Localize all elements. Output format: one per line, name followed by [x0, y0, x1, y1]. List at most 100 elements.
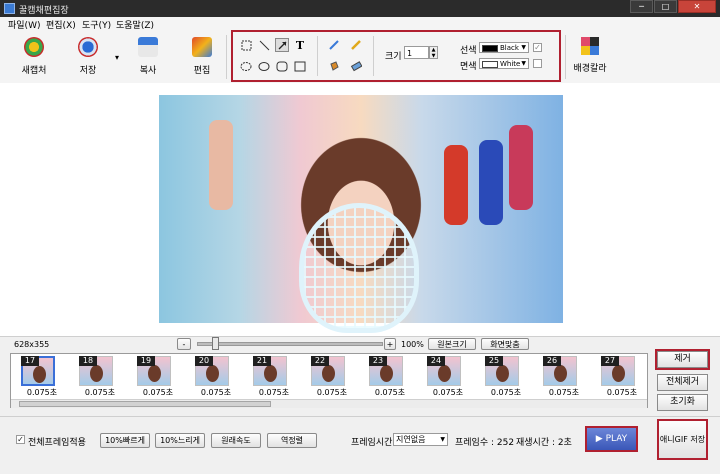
background-figure [444, 145, 468, 225]
frame-item[interactable]: 23 0.075초 [361, 355, 419, 399]
menu-file[interactable]: 파일(W) [8, 18, 40, 31]
window-title: 꿀캠채편집장 [19, 6, 69, 16]
rect-tool-icon[interactable] [293, 59, 307, 73]
window-controls: ─ □ ✕ [629, 0, 716, 15]
app-icon [4, 3, 15, 14]
ellipse-tool-icon[interactable] [257, 59, 271, 73]
frame-number: 18 [79, 356, 97, 366]
frame-item[interactable]: 22 0.075초 [303, 355, 361, 399]
pen-icon[interactable] [327, 38, 341, 52]
save-dropdown-arrow[interactable]: ▾ [115, 53, 119, 62]
frame-scrollbar-thumb[interactable] [19, 401, 271, 407]
frame-item[interactable]: 20 0.075초 [187, 355, 245, 399]
slower-button[interactable]: 10%느리게 [155, 433, 205, 448]
line-color-checkbox[interactable]: ✓ [533, 43, 542, 52]
save-label: 저장 [79, 66, 97, 76]
rounded-rect-tool-icon[interactable] [275, 59, 289, 73]
fill-color-label: 면색 [460, 62, 477, 72]
chevron-down-icon: ▼ [521, 60, 526, 67]
badminton-racket [299, 203, 419, 333]
save-button[interactable]: 저장 [66, 37, 110, 79]
draw-separator [317, 36, 318, 76]
menu-edit[interactable]: 편집(X) [46, 18, 76, 31]
line-color-select[interactable]: Black ▼ [479, 42, 529, 53]
frame-duration: 0.075초 [374, 388, 406, 397]
fill-color-select[interactable]: White ▼ [479, 58, 529, 69]
line-color-swatch [482, 45, 498, 52]
copy-button[interactable]: 복사 [126, 37, 170, 79]
frame-duration: 0.075초 [84, 388, 116, 397]
toolbar-separator [226, 35, 227, 79]
frame-item[interactable]: 19 0.075초 [129, 355, 187, 399]
frame-duration: 0.075초 [26, 388, 58, 397]
frame-duration: 0.075초 [142, 388, 174, 397]
frame-item[interactable]: 18 0.075초 [71, 355, 129, 399]
frame-duration: 0.075초 [316, 388, 348, 397]
apply-all-checkbox[interactable]: ✓ [16, 435, 25, 444]
zoom-slider-thumb[interactable] [212, 337, 219, 350]
frame-strip-area: 628x355 - + 100% 원본크기 화면맞춤 17 0.075초 18 … [0, 336, 720, 416]
rectangle-select-icon[interactable] [239, 38, 253, 52]
frame-item[interactable]: 21 0.075초 [245, 355, 303, 399]
line-color-name: Black [500, 44, 519, 52]
faster-button[interactable]: 10%빠르게 [100, 433, 150, 448]
size-label: 크기 [385, 52, 402, 62]
zoom-out-button[interactable]: - [177, 338, 191, 350]
new-capture-button[interactable]: 새캡처 [12, 37, 56, 79]
zoom-slider[interactable] [197, 342, 383, 346]
remove-all-button[interactable]: 전체제거 [657, 374, 708, 391]
remove-highlight [655, 349, 710, 370]
close-button[interactable]: ✕ [678, 0, 716, 13]
fit-screen-button[interactable]: 화면맞춤 [481, 338, 529, 350]
original-speed-button[interactable]: 원래속도 [211, 433, 261, 448]
size-spinner[interactable]: ▲ ▼ [429, 46, 438, 59]
fill-color-swatch [482, 61, 498, 68]
frame-scrollbar[interactable] [11, 399, 647, 408]
maximize-button[interactable]: □ [654, 0, 677, 13]
line-tool-icon[interactable] [257, 38, 271, 52]
frame-duration: 0.075초 [606, 388, 638, 397]
frame-number: 22 [311, 356, 329, 366]
arrow-tool-icon[interactable] [275, 38, 289, 52]
eraser-icon[interactable] [349, 59, 363, 73]
fill-color-checkbox[interactable] [533, 59, 542, 68]
apply-all-label: 전체프레임적용 [28, 438, 86, 448]
frame-count: 프레임수 : 252 [455, 438, 515, 448]
ellipse-select-icon[interactable] [239, 59, 253, 73]
chevron-down-icon: ▼ [521, 44, 526, 51]
frame-item[interactable]: 26 0.075초 [535, 355, 593, 399]
original-size-button[interactable]: 원본크기 [428, 338, 476, 350]
palette-icon [581, 37, 599, 55]
minimize-button[interactable]: ─ [630, 0, 653, 13]
frame-item[interactable]: 24 0.075초 [419, 355, 477, 399]
size-input[interactable]: 1 [404, 46, 429, 59]
line-color-label: 선색 [460, 46, 477, 56]
frame-number: 25 [485, 356, 503, 366]
menu-help[interactable]: 도움말(Z) [116, 18, 154, 31]
frame-item[interactable]: 25 0.075초 [477, 355, 535, 399]
copy-label: 복사 [139, 66, 157, 76]
menu-tools[interactable]: 도구(Y) [82, 18, 111, 31]
frame-duration: 0.075초 [548, 388, 580, 397]
frame-duration: 0.075초 [490, 388, 522, 397]
frame-item[interactable]: 27 0.075초 [593, 355, 647, 399]
frame-item[interactable]: 17 0.075초 [13, 355, 71, 399]
frame-time-select[interactable]: 지연없음 ▼ [393, 433, 448, 446]
reset-button[interactable]: 초기화 [657, 394, 708, 411]
text-tool-icon[interactable]: T [293, 38, 307, 52]
play-button[interactable]: ▶ PLAY [585, 426, 638, 452]
fill-bucket-icon[interactable] [327, 59, 341, 73]
new-capture-label: 새캡처 [21, 66, 47, 76]
draw-separator [373, 36, 374, 76]
zoom-in-button[interactable]: + [384, 338, 396, 350]
zoom-level: 100% [401, 340, 424, 349]
highlighter-icon[interactable] [349, 38, 363, 52]
reverse-order-button[interactable]: 역정렬 [267, 433, 317, 448]
frame-number: 19 [137, 356, 155, 366]
background-figure [509, 125, 533, 210]
bg-color-button[interactable]: 배경칼라 [566, 37, 614, 79]
chevron-down-icon: ▼ [440, 436, 445, 443]
save-gif-button[interactable]: 애니GIF 저장 [657, 419, 708, 460]
edit-button[interactable]: 편집 [180, 37, 224, 79]
gif-frame-image[interactable] [159, 95, 563, 333]
